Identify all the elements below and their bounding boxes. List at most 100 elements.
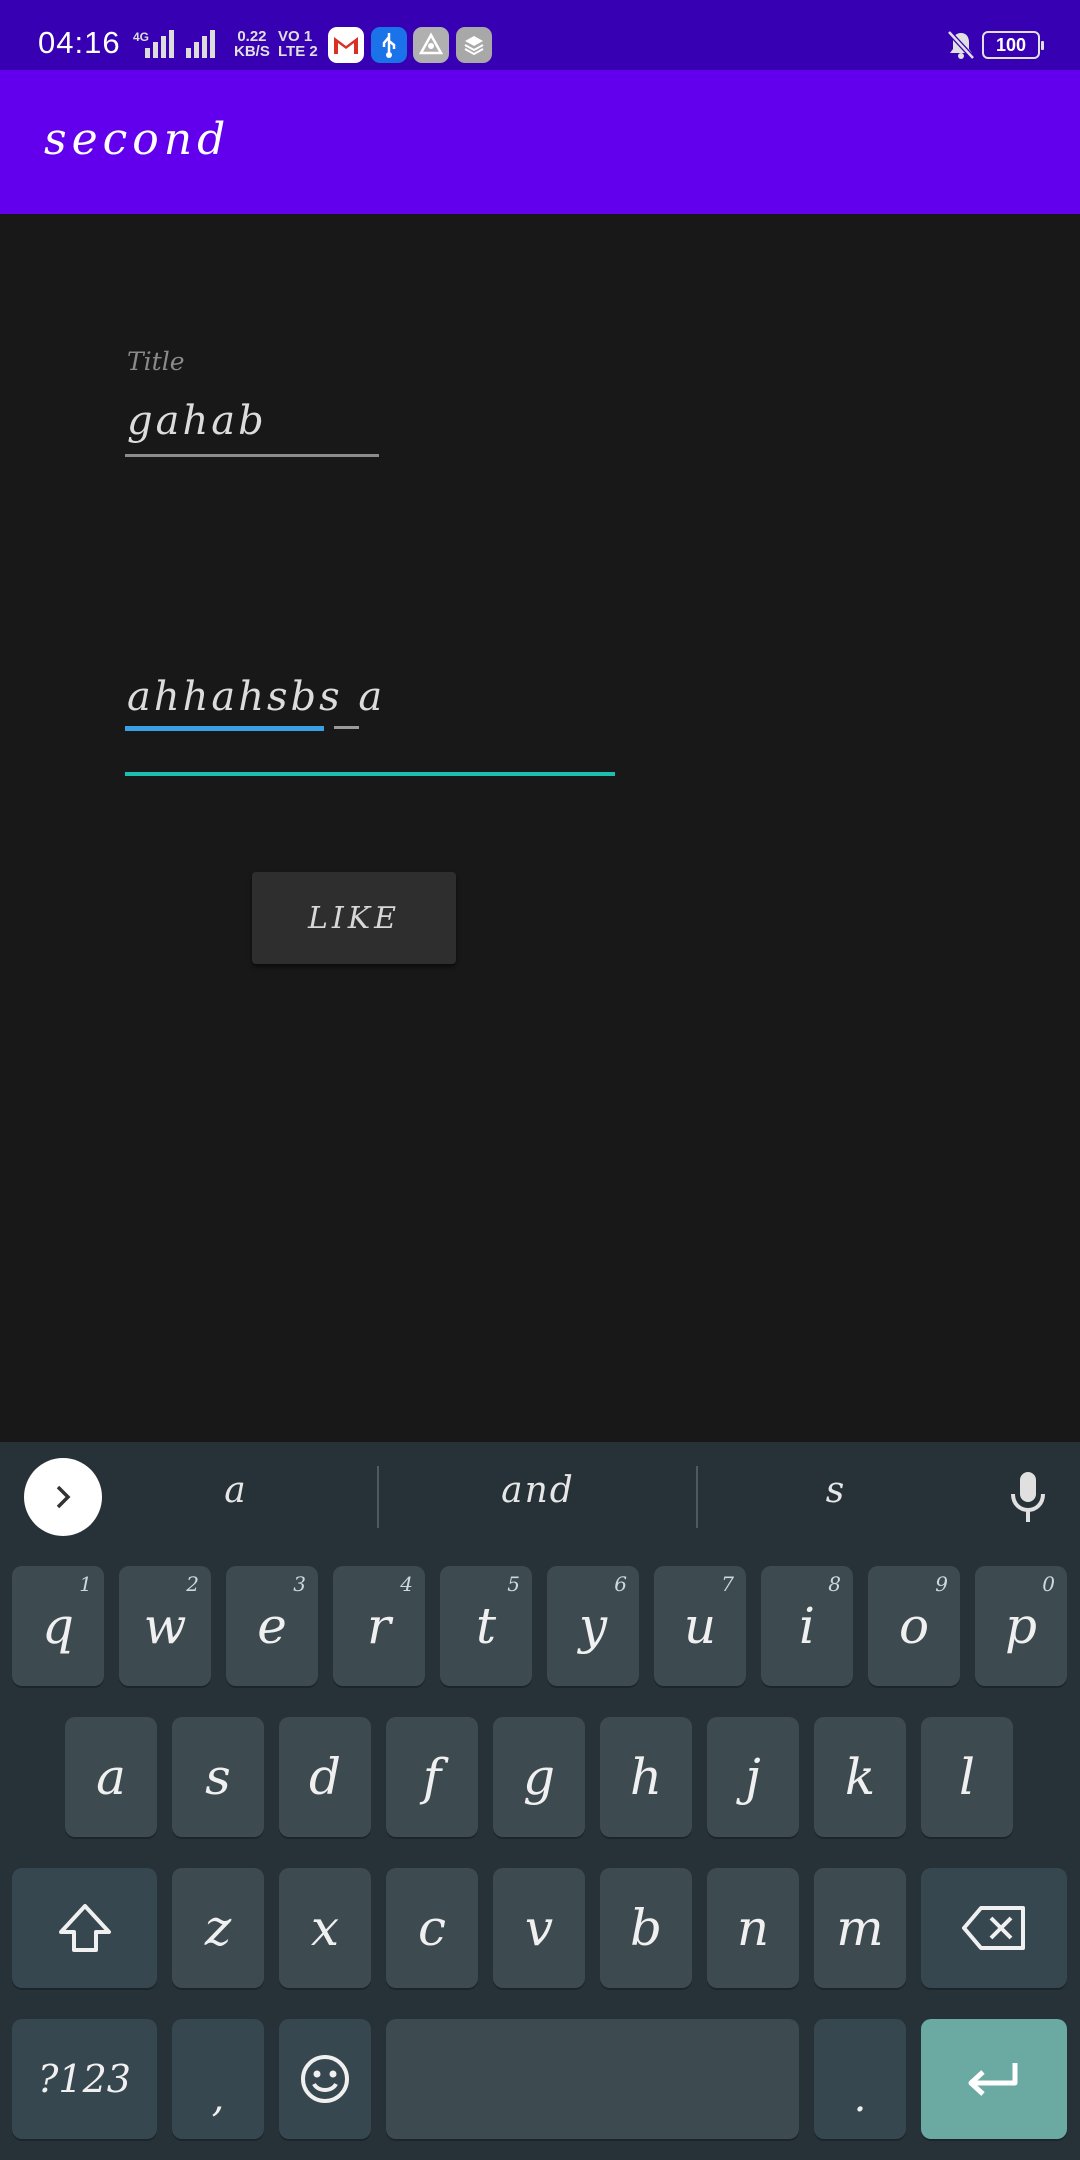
key-o[interactable]: o9 [868, 1566, 960, 1686]
key-v[interactable]: v [493, 1868, 585, 1988]
title-input[interactable] [125, 395, 379, 457]
key-label: d [308, 1748, 341, 1806]
key-label: o [898, 1597, 930, 1655]
soft-keyboard: a and s q1w2e3r4t5y6u7i8o9p0asdfghjklzxc… [0, 1442, 1080, 2160]
usb-icon [371, 27, 407, 63]
key-label: n [736, 1899, 770, 1957]
key-label: s [205, 1748, 231, 1806]
key-x[interactable]: x [279, 1868, 371, 1988]
microphone-icon[interactable] [1008, 1468, 1048, 1528]
suggestion-1[interactable]: a [86, 1470, 386, 1511]
app-bar: second [0, 70, 1080, 214]
key-label: z [204, 1899, 232, 1957]
emoji-icon [301, 2055, 349, 2103]
shift-key[interactable] [12, 1868, 157, 1988]
key-y[interactable]: y6 [547, 1566, 639, 1686]
speed-value: 0.22 [237, 28, 267, 45]
key-hint: 4 [400, 1572, 413, 1596]
key-label: u [683, 1597, 717, 1655]
enter-arrow-icon [968, 2063, 1018, 2096]
suggestion-divider [377, 1466, 379, 1528]
key-label: e [257, 1597, 287, 1655]
composing-underline [125, 726, 324, 731]
key-hint: 2 [186, 1572, 199, 1596]
key-label: v [524, 1899, 554, 1957]
suggestion-2[interactable]: and [388, 1470, 688, 1511]
symbols-key[interactable]: ?123 [12, 2019, 157, 2139]
key-f[interactable]: f [386, 1717, 478, 1837]
volte-top: VO 1 [278, 28, 313, 45]
key-z[interactable]: z [172, 1868, 264, 1988]
key-c[interactable]: c [386, 1868, 478, 1988]
key-l[interactable]: l [921, 1717, 1013, 1837]
backspace-key[interactable] [921, 1868, 1067, 1988]
key-m[interactable]: m [814, 1868, 906, 1988]
signal-strength-icon [145, 30, 174, 58]
key-label: k [844, 1748, 876, 1806]
chevron-right-icon [56, 1485, 71, 1509]
speed-unit: KB/S [234, 43, 270, 60]
volte-bottom: LTE 2 [278, 43, 318, 60]
key-hint: 5 [507, 1572, 520, 1596]
key-label: g [522, 1748, 555, 1806]
key-label: c [417, 1899, 446, 1957]
app-icon [413, 27, 449, 63]
key-label: q [41, 1597, 74, 1655]
key-h[interactable]: h [600, 1717, 692, 1837]
key-label: r [367, 1597, 391, 1655]
key-hint: 6 [614, 1572, 627, 1596]
key-n[interactable]: n [707, 1868, 799, 1988]
key-i[interactable]: i8 [761, 1566, 853, 1686]
period-key[interactable]: . [814, 2019, 906, 2139]
network-speed: 0.22 KB/S [234, 29, 270, 59]
backspace-icon [962, 1906, 1025, 1950]
key-label: x [310, 1899, 340, 1957]
gmail-icon [328, 27, 364, 63]
title-label: Title [127, 347, 185, 376]
key-t[interactable]: t5 [440, 1566, 532, 1686]
key-hint: 0 [1042, 1572, 1055, 1596]
stack-icon [456, 27, 492, 63]
key-hint: 9 [935, 1572, 948, 1596]
key-r[interactable]: r4 [333, 1566, 425, 1686]
like-button[interactable]: LIKE [252, 872, 456, 964]
key-e[interactable]: e3 [226, 1566, 318, 1686]
key-q[interactable]: q1 [12, 1566, 104, 1686]
key-label: w [143, 1597, 187, 1655]
comma-key[interactable]: , [172, 2019, 264, 2139]
key-label: a [96, 1748, 126, 1806]
key-d[interactable]: d [279, 1717, 371, 1837]
battery-indicator: 100 [982, 31, 1044, 59]
space-key[interactable] [386, 2019, 799, 2139]
emoji-key[interactable] [279, 2019, 371, 2139]
enter-key[interactable] [921, 2019, 1067, 2139]
key-a[interactable]: a [65, 1717, 157, 1837]
key-hint: 3 [293, 1572, 306, 1596]
key-label: y [578, 1597, 608, 1655]
composing-underline-secondary [334, 726, 359, 729]
key-u[interactable]: u7 [654, 1566, 746, 1686]
key-hint: 8 [828, 1572, 841, 1596]
key-s[interactable]: s [172, 1717, 264, 1837]
key-hint: 7 [721, 1572, 734, 1596]
muted-bell-icon [947, 30, 975, 60]
key-j[interactable]: j [707, 1717, 799, 1837]
body-input[interactable]: ahhahsbs a [125, 660, 615, 776]
key-p[interactable]: p0 [975, 1566, 1067, 1686]
key-w[interactable]: w2 [119, 1566, 211, 1686]
key-b[interactable]: b [600, 1868, 692, 1988]
app-title: second [44, 114, 231, 165]
key-label: f [422, 1748, 442, 1806]
shift-arrow-icon [58, 1904, 111, 1952]
signal-strength-2-icon [186, 30, 215, 58]
key-g[interactable]: g [493, 1717, 585, 1837]
body-input-text: ahhahsbs a [127, 674, 386, 720]
key-k[interactable]: k [814, 1717, 906, 1837]
status-bar: 04:16 4G 0.22 KB/S VO 1 LTE 2 100 [0, 0, 1080, 70]
key-label: t [475, 1597, 497, 1655]
key-label: m [836, 1899, 884, 1957]
key-hint: 1 [79, 1572, 92, 1596]
key-label: l [959, 1748, 975, 1806]
suggestion-3[interactable]: s [686, 1470, 986, 1511]
key-label: h [629, 1748, 663, 1806]
